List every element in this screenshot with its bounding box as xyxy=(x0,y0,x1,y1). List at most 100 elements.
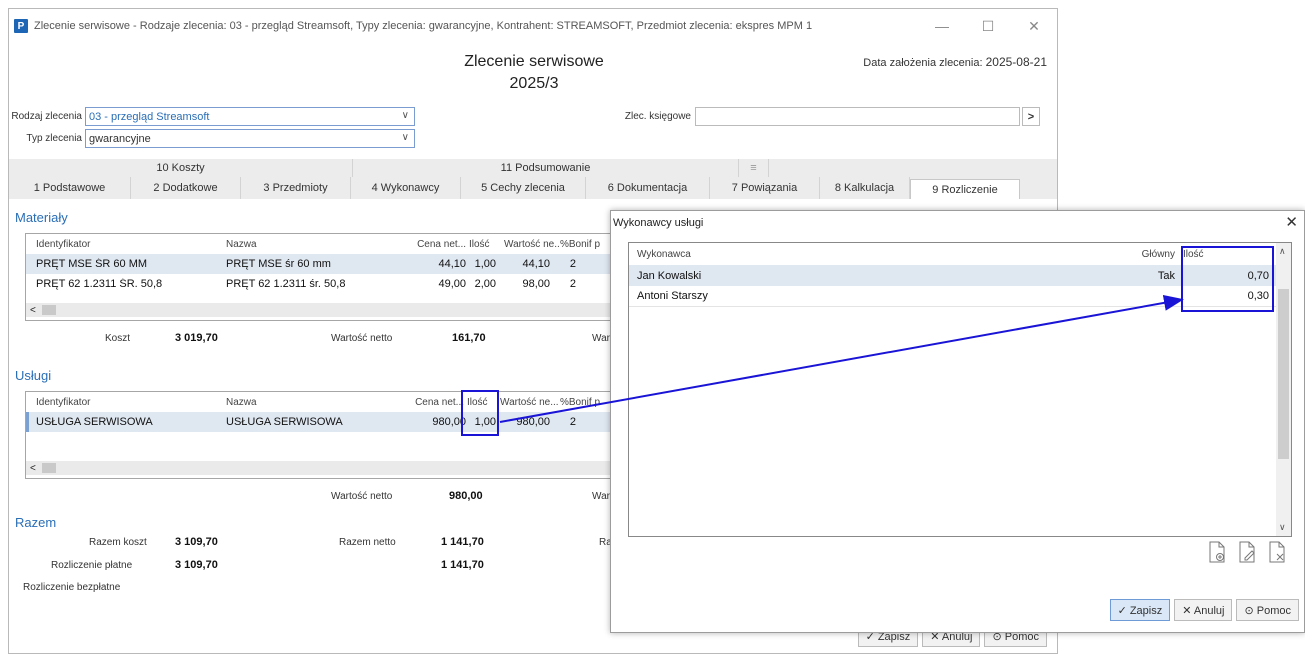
cell-bonif: 2 xyxy=(569,258,576,270)
wartosc-netto-label: Wartość netto xyxy=(331,333,393,344)
uslugi-grid: Identyfikator Nazwa Cena net... Ilość Wa… xyxy=(25,391,625,479)
save-button[interactable]: ✓ Zapisz xyxy=(1109,599,1171,621)
chevron-down-icon[interactable]: ∨ xyxy=(402,110,409,121)
cell-id: PRĘT MSE ŚR 60 MM xyxy=(36,258,148,270)
col-cena[interactable]: Cena net... xyxy=(386,239,466,250)
rodzaj-value: 03 - przegląd Streamsoft xyxy=(89,110,210,123)
typ-label: Typ zlecenia xyxy=(26,133,82,144)
col-ilosc[interactable]: Ilość xyxy=(466,239,496,250)
scroll-thumb[interactable] xyxy=(1278,289,1289,459)
dialog-title: Wykonawcy usługi xyxy=(613,217,704,229)
zlec-label: Zlec. księgowe xyxy=(624,111,691,122)
close-icon[interactable]: ✕ xyxy=(1011,9,1057,43)
title-bar: P Zlecenie serwisowe - Rodzaje zlecenia:… xyxy=(9,9,1057,43)
chevron-down-icon[interactable]: ∨ xyxy=(402,132,409,143)
minimize-icon[interactable]: — xyxy=(919,9,965,43)
col-wykonawca[interactable]: Wykonawca xyxy=(629,249,1109,260)
ilosc-column-highlight-box xyxy=(1181,246,1274,312)
typ-row: Typ zlecenia gwarancyjne ∨ xyxy=(9,129,415,148)
dialog-scrollbar[interactable]: ∧ ∨ xyxy=(1276,243,1291,536)
app-logo-icon: P xyxy=(14,19,28,33)
materialy-header: Identyfikator Nazwa Cena net... Ilość Wa… xyxy=(26,234,624,254)
scroll-up-icon[interactable]: ∧ xyxy=(1279,246,1286,257)
doc-number: 2025/3 xyxy=(509,75,559,92)
tabs-top-row: 10 Koszty 11 Podsumowanie ≡ xyxy=(9,159,1057,177)
table-row[interactable]: USŁUGA SERWISOWA USŁUGA SERWISOWA 980,00… xyxy=(26,412,624,432)
scroll-thumb[interactable] xyxy=(41,305,56,315)
tab-dodatkowe[interactable]: 2 Dodatkowe xyxy=(131,177,241,199)
cell-wykonawca: Jan Kowalski xyxy=(637,269,702,282)
tab-dokumentacja[interactable]: 6 Dokumentacja xyxy=(586,177,710,199)
cell-wartosc: 44,10 xyxy=(522,258,550,270)
cell-id: USŁUGA SERWISOWA xyxy=(36,416,153,428)
close-icon[interactable]: ✕ xyxy=(1285,213,1298,231)
col-nazwa[interactable]: Nazwa xyxy=(216,397,386,408)
cell-wartosc: 980,00 xyxy=(516,416,550,428)
col-identyfikator[interactable]: Identyfikator xyxy=(26,239,216,250)
scroll-left-icon[interactable]: < xyxy=(30,305,36,316)
row-actions xyxy=(1208,541,1286,563)
cell-bonif: 2 xyxy=(569,416,576,428)
tab-przedmioty[interactable]: 3 Przedmioty xyxy=(241,177,351,199)
col-wartosc[interactable]: Wartość ne... xyxy=(496,397,560,408)
dialog-buttons: ✓ Zapisz ✕ Anuluj ⊙ Pomoc xyxy=(1109,599,1299,621)
tab-powiazania[interactable]: 7 Powiązania xyxy=(710,177,820,199)
platne-netto-value: 1 141,70 xyxy=(441,559,484,571)
tab-cechy[interactable]: 5 Cechy zlecenia xyxy=(461,177,586,199)
tabs-bottom-row: 1 Podstawowe 2 Dodatkowe 3 Przedmioty 4 … xyxy=(9,177,1057,199)
rodzaj-select[interactable]: 03 - przegląd Streamsoft ∨ xyxy=(85,107,415,126)
scroll-thumb[interactable] xyxy=(41,463,56,473)
scroll-down-icon[interactable]: ∨ xyxy=(1279,522,1286,533)
cell-nazwa: PRĘT 62 1.2311 śr. 50,8 xyxy=(226,278,346,290)
tab-kalkulacja[interactable]: 8 Kalkulacja xyxy=(820,177,910,199)
window-title: Zlecenie serwisowe - Rodzaje zlecenia: 0… xyxy=(34,20,813,32)
col-bonif[interactable]: %Bonif p xyxy=(560,239,610,250)
wykonawcy-dialog: Wykonawcy usługi ✕ Wykonawca Główny Iloś… xyxy=(610,210,1305,633)
materialy-grid: Identyfikator Nazwa Cena net... Ilość Wa… xyxy=(25,233,625,321)
table-row[interactable]: PRĘT 62 1.2311 ŚR. 50,8 PRĘT 62 1.2311 ś… xyxy=(26,274,624,294)
rodzaj-label: Rodzaj zlecenia xyxy=(11,111,82,122)
maximize-icon[interactable]: ☐ xyxy=(965,9,1011,43)
ilosc-highlight-box xyxy=(461,390,499,436)
zlec-row: Zlec. księgowe > xyxy=(623,107,1040,126)
tab-podstawowe[interactable]: 1 Podstawowe xyxy=(9,177,131,199)
razem-koszt-label: Razem koszt xyxy=(89,537,147,548)
platne-label: Rozliczenie płatne xyxy=(51,560,133,571)
col-cena[interactable]: Cena net... xyxy=(386,397,464,408)
col-nazwa[interactable]: Nazwa xyxy=(216,239,386,250)
materialy-scrollbar[interactable]: < xyxy=(26,303,624,317)
zlec-open-button[interactable]: > xyxy=(1022,107,1040,126)
help-button[interactable]: ⊙ Pomoc xyxy=(1236,599,1299,621)
cell-cena: 980,00 xyxy=(432,416,466,428)
delete-document-icon[interactable] xyxy=(1268,541,1286,563)
zlec-input[interactable] xyxy=(695,107,1020,126)
rodzaj-row: Rodzaj zlecenia 03 - przegląd Streamsoft… xyxy=(9,107,415,126)
typ-select[interactable]: gwarancyjne ∨ xyxy=(85,129,415,148)
uslugi-scrollbar[interactable]: < xyxy=(26,461,624,475)
cell-wykonawca: Antoni Starszy xyxy=(637,290,708,302)
uslugi-heading: Usługi xyxy=(15,368,52,383)
add-document-icon[interactable] xyxy=(1208,541,1226,563)
materialy-heading: Materiały xyxy=(15,210,68,225)
tab-wykonawcy[interactable]: 4 Wykonawcy xyxy=(351,177,461,199)
col-bonif[interactable]: %Bonif p xyxy=(560,397,610,408)
cancel-button[interactable]: ✕ Anuluj xyxy=(1174,599,1233,621)
cell-id: PRĘT 62 1.2311 ŚR. 50,8 xyxy=(36,278,163,290)
uslugi-header: Identyfikator Nazwa Cena net... Ilość Wa… xyxy=(26,392,624,412)
tab-koszty[interactable]: 10 Koszty xyxy=(9,159,353,177)
dialog-title-bar: Wykonawcy usługi ✕ xyxy=(611,211,1304,235)
cell-ilosc: 1,00 xyxy=(474,258,496,270)
bezplatne-label: Rozliczenie bezpłatne xyxy=(23,582,121,593)
cell-cena: 49,00 xyxy=(438,278,466,290)
cell-glowny: Tak xyxy=(1157,269,1175,282)
scroll-left-icon[interactable]: < xyxy=(30,463,36,474)
tab-podsumowanie[interactable]: 11 Podsumowanie xyxy=(353,159,739,177)
tabs-menu-icon[interactable]: ≡ xyxy=(739,159,769,177)
edit-document-icon[interactable] xyxy=(1238,541,1256,563)
table-row[interactable]: PRĘT MSE ŚR 60 MM PRĘT MSE śr 60 mm 44,1… xyxy=(26,254,624,274)
col-glowny[interactable]: Główny xyxy=(1109,249,1179,260)
date-label: Data założenia zlecenia: xyxy=(863,57,983,69)
col-identyfikator[interactable]: Identyfikator xyxy=(26,397,216,408)
col-wartosc[interactable]: Wartość ne... xyxy=(496,239,560,250)
tab-rozliczenie[interactable]: 9 Rozliczenie xyxy=(910,179,1020,199)
